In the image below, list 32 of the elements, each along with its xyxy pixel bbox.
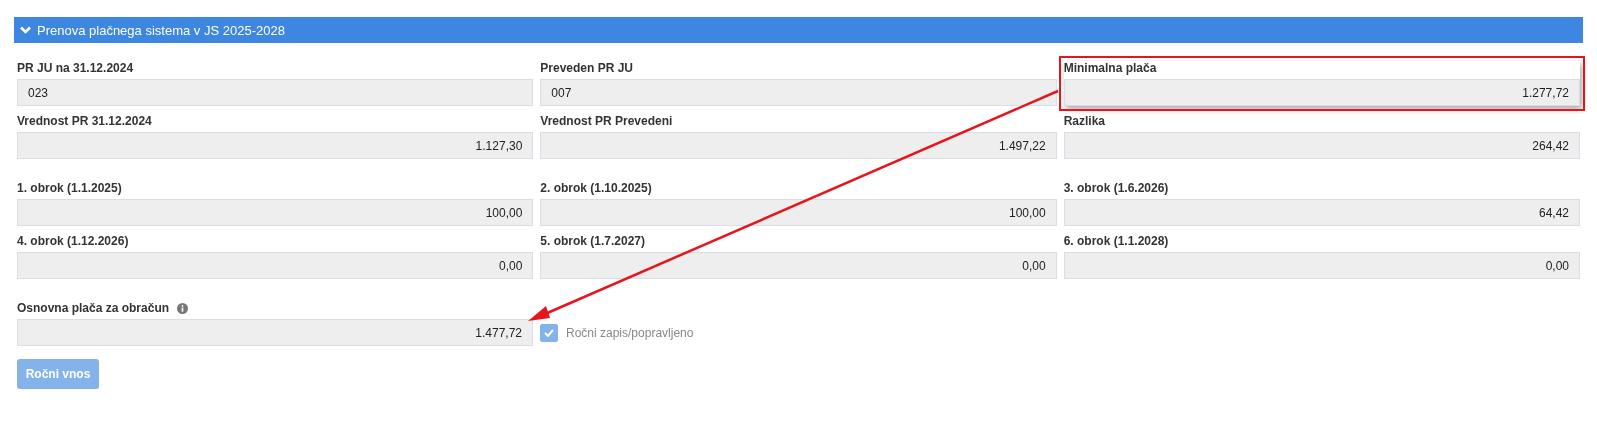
- field-label: 5. obrok (1.7.2027): [540, 234, 647, 248]
- check-icon: [544, 328, 554, 337]
- checkbox-label: Ročni zapis/popravljeno: [566, 325, 694, 340]
- field-label: 2. obrok (1.10.2025): [540, 181, 653, 195]
- value-field[interactable]: 64,42: [1063, 199, 1580, 226]
- value-field[interactable]: 1.497,22: [540, 132, 1057, 159]
- field-label: Vrednost PR 31.12.2024: [17, 114, 153, 128]
- checkbox[interactable]: [540, 323, 558, 342]
- value-field[interactable]: 100,00: [17, 199, 534, 226]
- value-field[interactable]: 0,00: [17, 252, 534, 279]
- value-field[interactable]: 007: [540, 79, 1057, 106]
- field-label: 6. obrok (1.1.2028): [1063, 234, 1170, 248]
- field-label: 1. obrok (1.1.2025): [17, 181, 123, 195]
- value-field[interactable]: 100,00: [540, 199, 1057, 226]
- field-label: 4. obrok (1.12.2026): [17, 234, 130, 248]
- field-label: Razlika: [1063, 114, 1106, 128]
- info-icon[interactable]: [177, 302, 189, 314]
- field-label: Minimalna plača: [1063, 61, 1158, 75]
- field-label: Osnovna plača za obračun: [17, 301, 170, 315]
- field-label: Preveden PR JU: [540, 61, 635, 75]
- field-label: PR JU na 31.12.2024: [17, 61, 135, 75]
- value-field[interactable]: 0,00: [1063, 252, 1580, 279]
- value-field[interactable]: 1.277,72: [1063, 79, 1580, 106]
- value-field[interactable]: 1.127,30: [17, 132, 534, 159]
- panel-header[interactable]: Prenova plačnega sistema v JS 2025-2028: [14, 17, 1583, 43]
- value-field[interactable]: 023: [17, 79, 534, 106]
- field-label: Vrednost PR Prevedeni: [540, 114, 674, 128]
- value-field[interactable]: 1.477,72: [17, 319, 533, 346]
- value-field[interactable]: 0,00: [540, 252, 1057, 279]
- field-label: 3. obrok (1.6.2026): [1063, 181, 1170, 195]
- panel-title: Prenova plačnega sistema v JS 2025-2028: [37, 22, 285, 38]
- value-field[interactable]: 264,42: [1063, 132, 1580, 159]
